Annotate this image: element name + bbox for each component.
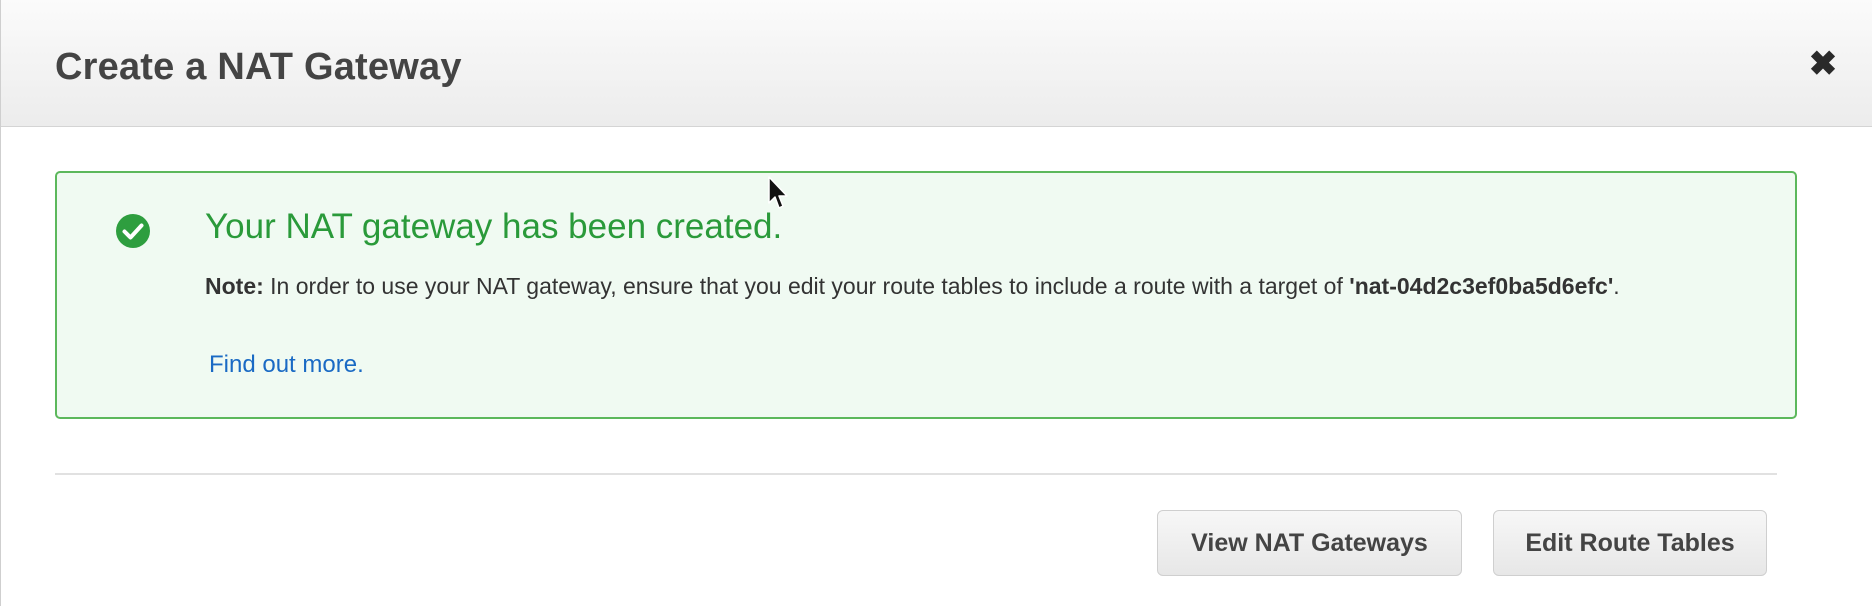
dialog-header: Create a NAT Gateway ✖ [1,0,1872,127]
note-label: Note: [205,273,264,299]
note-end: . [1613,273,1620,299]
close-icon[interactable]: ✖ [1803,44,1843,84]
gateway-id: 'nat-04d2c3ef0ba5d6efc' [1349,273,1614,299]
view-nat-gateways-button[interactable]: View NAT Gateways [1157,510,1462,576]
alert-note: Note: In order to use your NAT gateway, … [205,261,1625,311]
note-text: In order to use your NAT gateway, ensure… [263,273,1350,299]
alert-title: Your NAT gateway has been created. [205,207,783,246]
create-nat-gateway-dialog: Create a NAT Gateway ✖ Your NAT gateway … [0,0,1872,606]
footer-divider [55,473,1777,475]
check-circle-icon [116,214,150,248]
find-out-more-link[interactable]: Find out more. [209,351,364,379]
mouse-pointer-icon [768,176,788,209]
dialog-title: Create a NAT Gateway [55,46,462,88]
success-alert: Your NAT gateway has been created. Note:… [55,171,1797,419]
edit-route-tables-button[interactable]: Edit Route Tables [1493,510,1767,576]
